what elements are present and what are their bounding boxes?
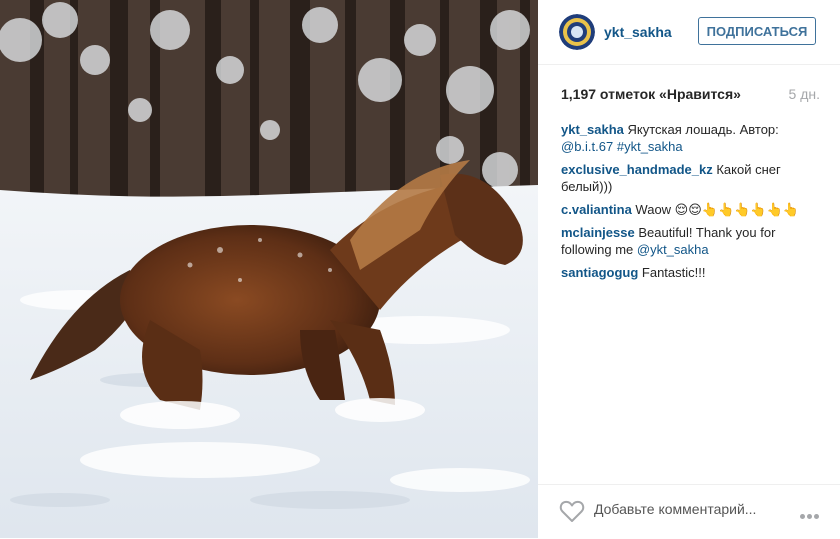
comment-input[interactable] (594, 497, 784, 521)
comment-text: Fantastic!!! (638, 265, 706, 280)
post-photo[interactable] (0, 0, 538, 538)
likes-count[interactable]: 1,197 отметок «Нравится» (561, 86, 821, 102)
comment-text: Waow 😌😌👆👆👆👆👆👆 (631, 202, 799, 217)
horse-in-snow-image (0, 0, 538, 538)
emblem-icon (559, 14, 595, 50)
mention-link[interactable]: @ykt_sakha (637, 242, 709, 257)
comment-username-link[interactable]: exclusive_handmade_kz (561, 162, 713, 177)
heart-outline-icon[interactable] (559, 499, 585, 523)
more-options-icon[interactable] (800, 506, 824, 519)
mention-link[interactable]: @b.i.t.67 (561, 139, 613, 154)
hashtag-link[interactable]: #ykt_sakha (617, 139, 683, 154)
comments-list: ykt_sakha Якутская лошадь. Автор: @b.i.t… (561, 121, 823, 287)
caption: ykt_sakha Якутская лошадь. Автор: @b.i.t… (561, 121, 823, 155)
author-username-link[interactable]: ykt_sakha (604, 24, 672, 40)
comment-username-link[interactable]: santiagogug (561, 265, 638, 280)
comment-username-link[interactable]: mclainjesse (561, 225, 635, 240)
post-header: ykt_sakha ПОДПИСАТЬСЯ (538, 0, 840, 65)
comment-username-link[interactable]: ykt_sakha (561, 122, 624, 137)
comment-item: mclainjesse Beautiful! Thank you for fol… (561, 224, 823, 258)
post-details-panel: ykt_sakha ПОДПИСАТЬСЯ 1,197 отметок «Нра… (538, 0, 840, 538)
post-footer (538, 484, 840, 539)
post-timestamp[interactable]: 5 дн. (789, 86, 820, 102)
comment-item: santiagogug Fantastic!!! (561, 264, 823, 281)
follow-button[interactable]: ПОДПИСАТЬСЯ (698, 17, 816, 45)
comment-username-link[interactable]: c.valiantina (561, 202, 632, 217)
comment-text: Якутская лошадь. Автор: (623, 122, 779, 137)
comment-item: c.valiantina Waow 😌😌👆👆👆👆👆👆 (561, 201, 823, 218)
comment-item: exclusive_handmade_kz Какой снег белый))… (561, 161, 823, 195)
author-avatar[interactable] (559, 14, 595, 50)
